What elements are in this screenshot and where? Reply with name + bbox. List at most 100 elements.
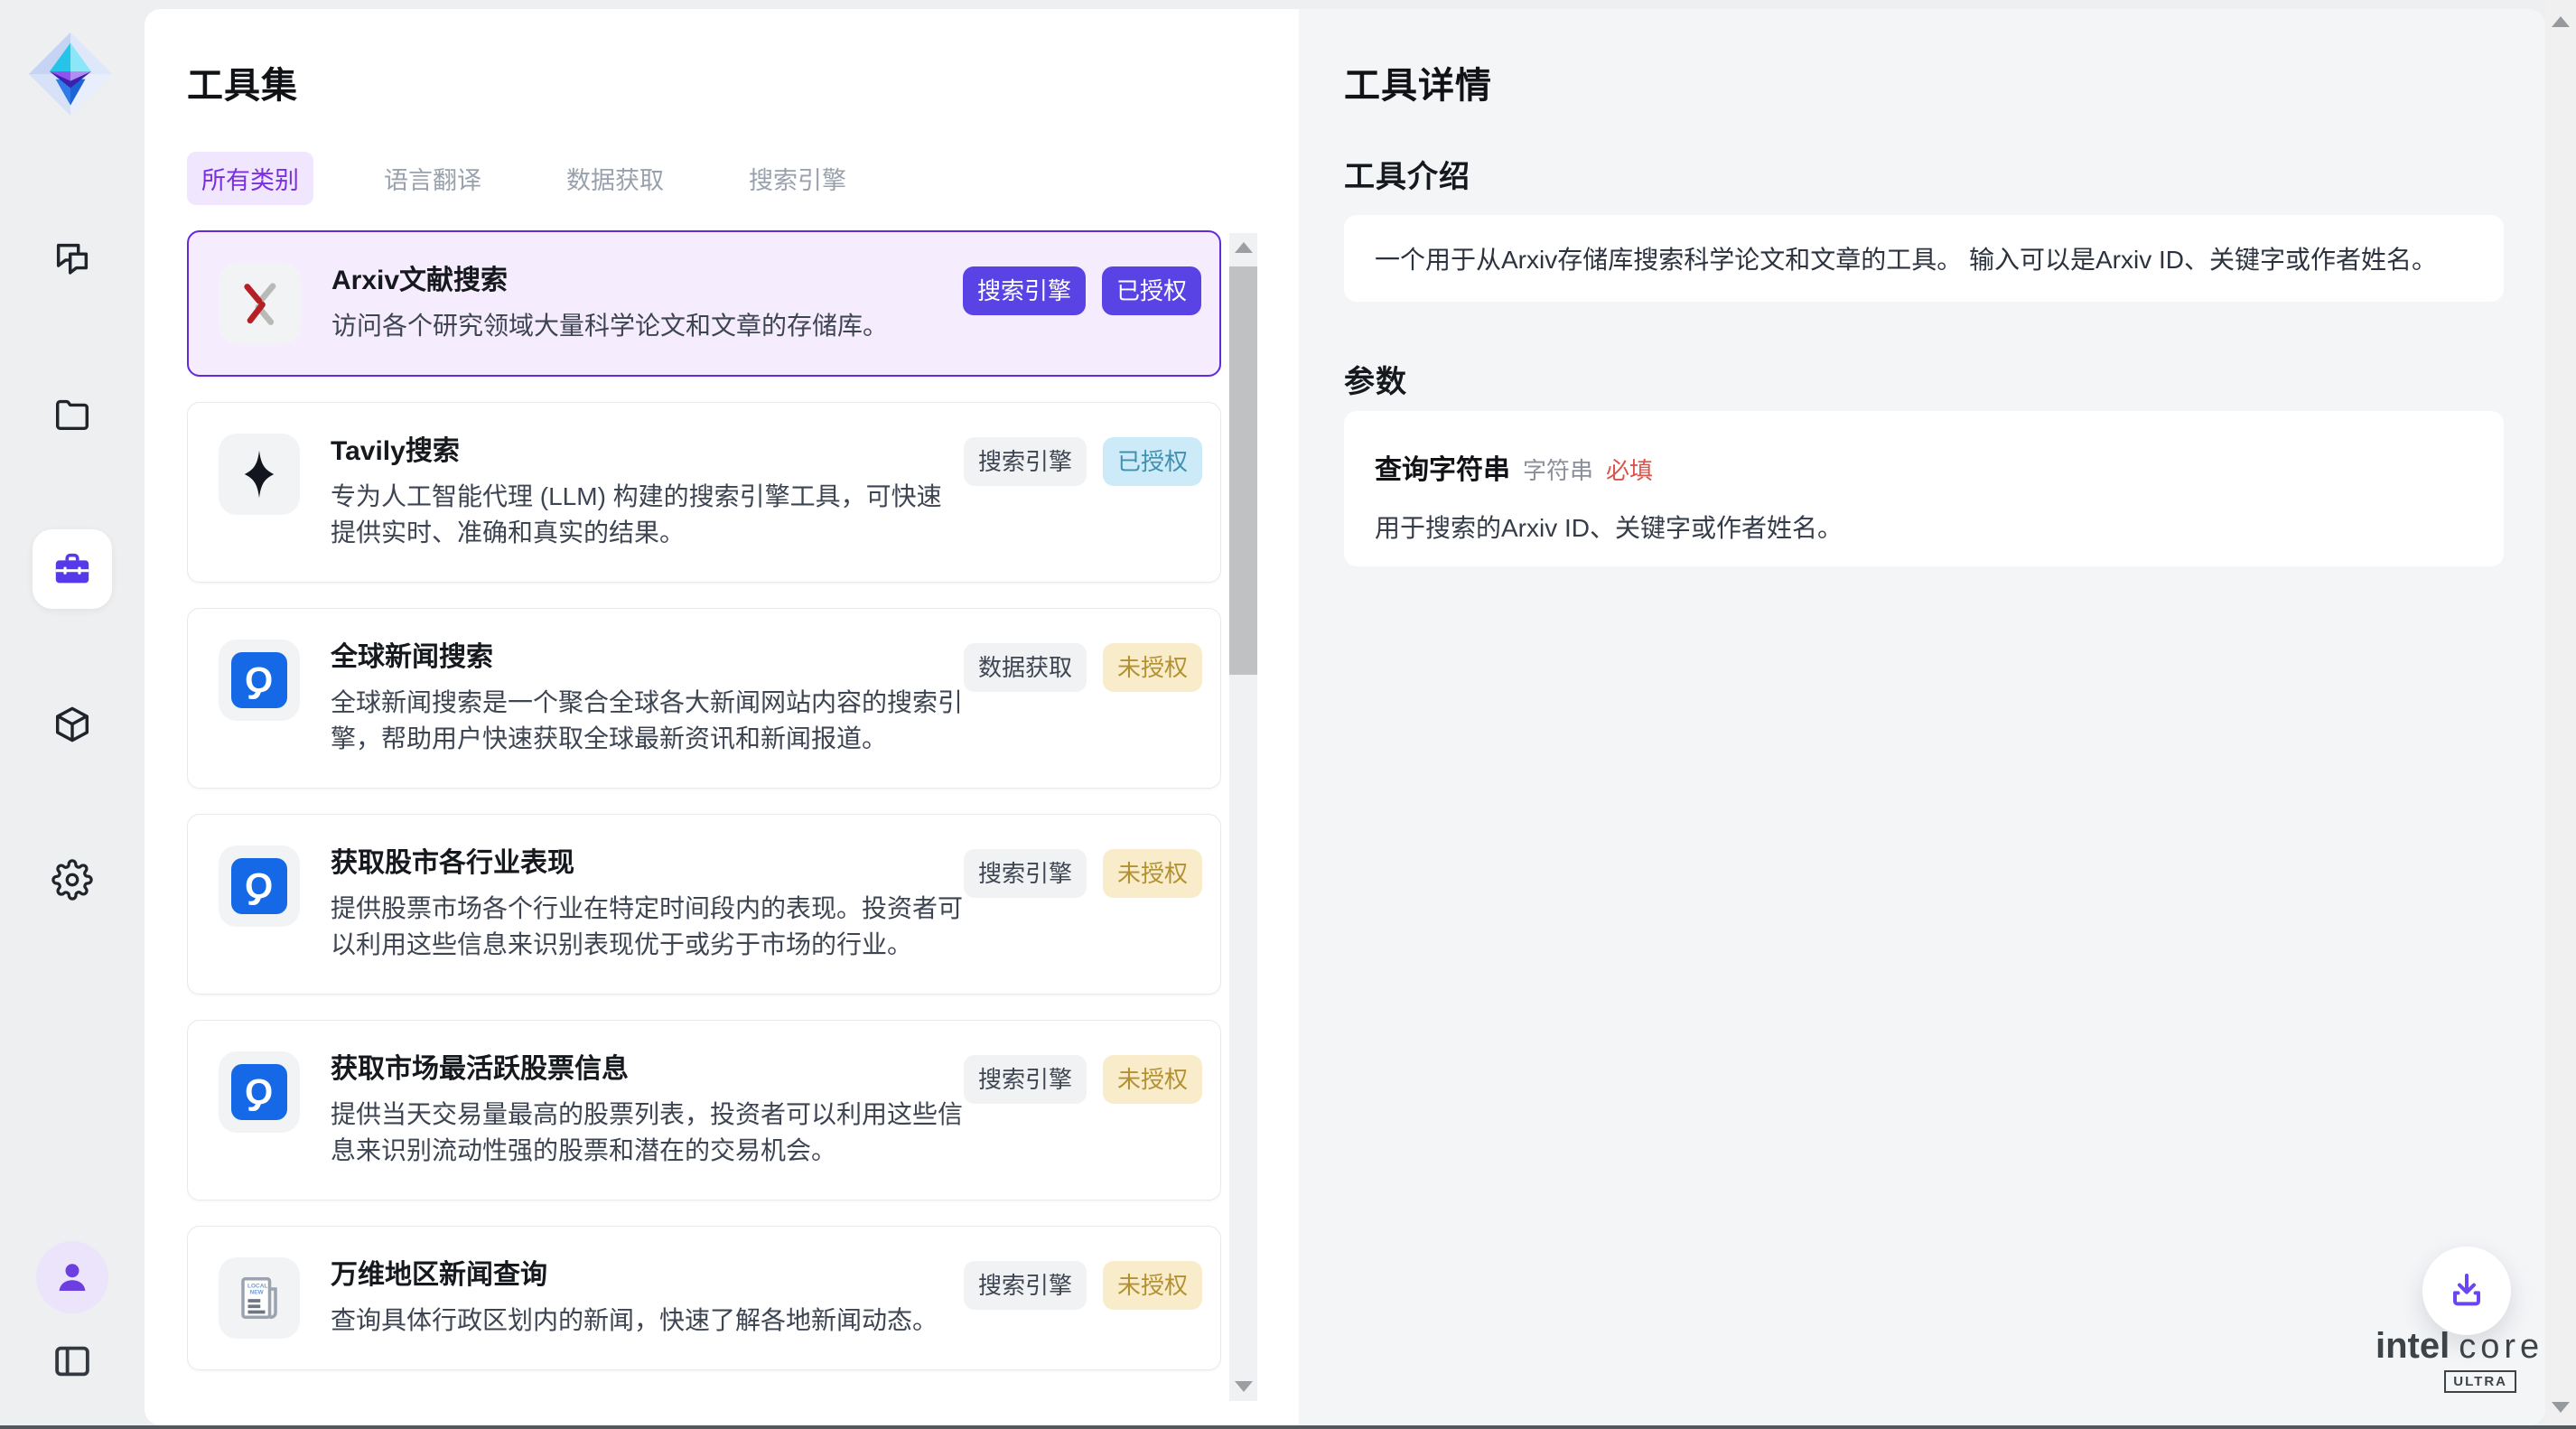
parameter-card: 查询字符串 字符串 必填 用于搜索的Arxiv ID、关键字或作者姓名。 xyxy=(1344,411,2504,566)
tool-card-body: 获取市场最活跃股票信息提供当天交易量最高的股票列表，投资者可以利用这些信息来识别… xyxy=(331,1051,963,1169)
tool-card[interactable]: Tavily搜索专为人工智能代理 (LLM) 构建的搜索引擎工具，可快速提供实时… xyxy=(187,402,1221,583)
sidebar-item-tools[interactable] xyxy=(33,529,112,609)
arxiv-icon xyxy=(219,263,301,344)
tool-card-body: Arxiv文献搜索访问各个研究领域大量科学论文和文章的存储库。 xyxy=(331,263,963,344)
folder-icon xyxy=(51,393,93,434)
tool-card[interactable]: Q 获取股市各行业表现提供股票市场各个行业在特定时间段内的表现。投资者可以利用这些… xyxy=(187,814,1221,995)
download-button[interactable] xyxy=(2422,1247,2511,1335)
tool-description: 全球新闻搜索是一个聚合全球各大新闻网站内容的搜索引擎，帮助用户快速获取全球最新资… xyxy=(331,685,963,757)
sidebar xyxy=(0,0,145,1429)
auth-badge: 未授权 xyxy=(1103,643,1202,692)
tool-description: 提供当天交易量最高的股票列表，投资者可以利用这些信息来识别流动性强的股票和潜在的… xyxy=(331,1097,963,1169)
cube-icon xyxy=(51,704,93,745)
intro-heading: 工具介绍 xyxy=(1344,152,1470,196)
window-bottom-edge xyxy=(0,1425,2576,1429)
intel-core-ultra-logo: intel core ULTRA xyxy=(2375,1326,2516,1393)
tool-card[interactable]: Q 全球新闻搜索全球新闻搜索是一个聚合全球各大新闻网站内容的搜索引擎，帮助用户快速… xyxy=(187,608,1221,789)
tool-badges: 搜索引擎已授权 xyxy=(964,434,1202,486)
toolset-title: 工具集 xyxy=(187,56,298,108)
auth-badge: 未授权 xyxy=(1103,849,1202,898)
chat-icon xyxy=(51,238,93,279)
intel-wordmark: intel xyxy=(2375,1326,2450,1367)
qnews-icon: Q xyxy=(219,1051,300,1133)
category-badge: 数据获取 xyxy=(964,643,1087,692)
tool-description: 提供股票市场各个行业在特定时间段内的表现。投资者可以利用这些信息来识别表现优于或… xyxy=(331,891,963,963)
tool-badges: 搜索引擎未授权 xyxy=(964,1051,1202,1104)
details-title: 工具详情 xyxy=(1344,56,1492,108)
tool-card[interactable]: Arxiv文献搜索访问各个研究领域大量科学论文和文章的存储库。搜索引擎已授权 xyxy=(187,230,1221,377)
sidebar-item-models[interactable] xyxy=(33,685,112,764)
tool-card-body: 万维地区新闻查询查询具体行政区划内的新闻，快速了解各地新闻动态。 xyxy=(331,1257,963,1339)
tool-badges: 数据获取未授权 xyxy=(964,640,1202,692)
qnews-icon: Q xyxy=(219,640,300,721)
category-badge: 搜索引擎 xyxy=(964,1261,1087,1310)
tool-description: 查询具体行政区划内的新闻，快速了解各地新闻动态。 xyxy=(331,1303,963,1339)
sidebar-bottom xyxy=(0,1241,145,1382)
ultra-badge: ULTRA xyxy=(2444,1370,2516,1393)
tool-list: Arxiv文献搜索访问各个研究领域大量科学论文和文章的存储库。搜索引擎已授权Ta… xyxy=(187,230,1221,1415)
svg-text:NEW: NEW xyxy=(250,1290,265,1296)
qnews-icon: Q xyxy=(219,845,300,927)
tool-list-scrollbar[interactable] xyxy=(1229,233,1257,1401)
tab-1[interactable]: 语言翻译 xyxy=(369,152,496,205)
auth-badge: 未授权 xyxy=(1103,1261,1202,1310)
scrollbar-thumb[interactable] xyxy=(1229,266,1257,675)
tool-card-body: Tavily搜索专为人工智能代理 (LLM) 构建的搜索引擎工具，可快速提供实时… xyxy=(331,434,963,551)
tool-details-pane: 工具详情 工具介绍 一个用于从Arxiv存储库搜索科学论文和文章的工具。 输入可… xyxy=(1299,9,2545,1425)
intro-text: 一个用于从Arxiv存储库搜索科学论文和文章的工具。 输入可以是Arxiv ID… xyxy=(1375,240,2437,276)
tool-description: 访问各个研究领域大量科学论文和文章的存储库。 xyxy=(331,308,963,344)
tool-name: 万维地区新闻查询 xyxy=(331,1257,963,1294)
main-panel: 工具集 所有类别语言翻译数据获取搜索引擎 Arxiv文献搜索访问各个研究领域大量… xyxy=(145,9,2545,1425)
tab-2[interactable]: 数据获取 xyxy=(552,152,678,205)
user-avatar[interactable] xyxy=(36,1241,108,1313)
tool-card[interactable]: LOCALNEW 万维地区新闻查询查询具体行政区划内的新闻，快速了解各地新闻动态。… xyxy=(187,1226,1221,1370)
sidebar-nav xyxy=(0,219,145,920)
local-news-icon: LOCALNEW xyxy=(219,1257,300,1339)
window-scroll-up-icon[interactable] xyxy=(2552,16,2570,27)
scroll-up-icon[interactable] xyxy=(1235,242,1253,253)
params-heading: 参数 xyxy=(1344,357,1407,401)
category-badge: 搜索引擎 xyxy=(963,266,1086,315)
tool-card-body: 全球新闻搜索全球新闻搜索是一个聚合全球各大新闻网站内容的搜索引擎，帮助用户快速获… xyxy=(331,640,963,757)
parameter-description: 用于搜索的Arxiv ID、关键字或作者姓名。 xyxy=(1375,509,2473,545)
window-scrollbar[interactable] xyxy=(2545,0,2576,1429)
tool-name: 获取股市各行业表现 xyxy=(331,845,963,882)
category-badge: 搜索引擎 xyxy=(964,1055,1087,1104)
tool-badges: 搜索引擎未授权 xyxy=(964,845,1202,898)
toolset-pane: 工具集 所有类别语言翻译数据获取搜索引擎 Arxiv文献搜索访问各个研究领域大量… xyxy=(145,9,1299,1425)
tool-name: 获取市场最活跃股票信息 xyxy=(331,1051,963,1088)
app-root: 工具集 所有类别语言翻译数据获取搜索引擎 Arxiv文献搜索访问各个研究领域大量… xyxy=(0,0,2576,1429)
category-badge: 搜索引擎 xyxy=(964,849,1087,898)
tool-name: Tavily搜索 xyxy=(331,434,963,470)
download-icon xyxy=(2445,1269,2488,1312)
tab-0[interactable]: 所有类别 xyxy=(187,152,313,205)
sidebar-toggle-icon[interactable] xyxy=(51,1340,93,1382)
tool-badges: 搜索引擎已授权 xyxy=(963,263,1201,315)
sidebar-item-files[interactable] xyxy=(33,374,112,453)
parameter-type: 字符串 xyxy=(1523,453,1593,486)
category-badge: 搜索引擎 xyxy=(964,437,1087,486)
parameter-required-badge: 必填 xyxy=(1606,453,1653,486)
auth-badge: 未授权 xyxy=(1103,1055,1202,1104)
gear-icon xyxy=(51,859,93,901)
core-wordmark: core xyxy=(2459,1328,2543,1367)
sidebar-item-settings[interactable] xyxy=(33,840,112,920)
tool-card[interactable]: Q 获取市场最活跃股票信息提供当天交易量最高的股票列表，投资者可以利用这些信息来识… xyxy=(187,1020,1221,1200)
tool-badges: 搜索引擎未授权 xyxy=(964,1257,1202,1310)
toolbox-icon xyxy=(51,548,93,590)
auth-badge: 已授权 xyxy=(1102,266,1201,315)
tool-card-body: 获取股市各行业表现提供股票市场各个行业在特定时间段内的表现。投资者可以利用这些信… xyxy=(331,845,963,963)
scroll-down-icon[interactable] xyxy=(1235,1381,1253,1392)
tool-name: Arxiv文献搜索 xyxy=(331,263,963,299)
parameter-name: 查询字符串 xyxy=(1375,447,1510,487)
parameter-header: 查询字符串 字符串 必填 xyxy=(1375,447,2473,487)
window-scroll-down-icon[interactable] xyxy=(2552,1402,2570,1413)
tab-3[interactable]: 搜索引擎 xyxy=(734,152,861,205)
sidebar-item-chat[interactable] xyxy=(33,219,112,298)
tavily-star-icon xyxy=(219,434,300,515)
svg-text:LOCAL: LOCAL xyxy=(247,1284,267,1290)
tool-name: 全球新闻搜索 xyxy=(331,640,963,676)
app-logo-icon xyxy=(27,31,114,117)
category-tabs: 所有类别 语言翻译 数据获取 搜索引擎 xyxy=(187,152,861,205)
auth-badge: 已授权 xyxy=(1103,437,1202,486)
